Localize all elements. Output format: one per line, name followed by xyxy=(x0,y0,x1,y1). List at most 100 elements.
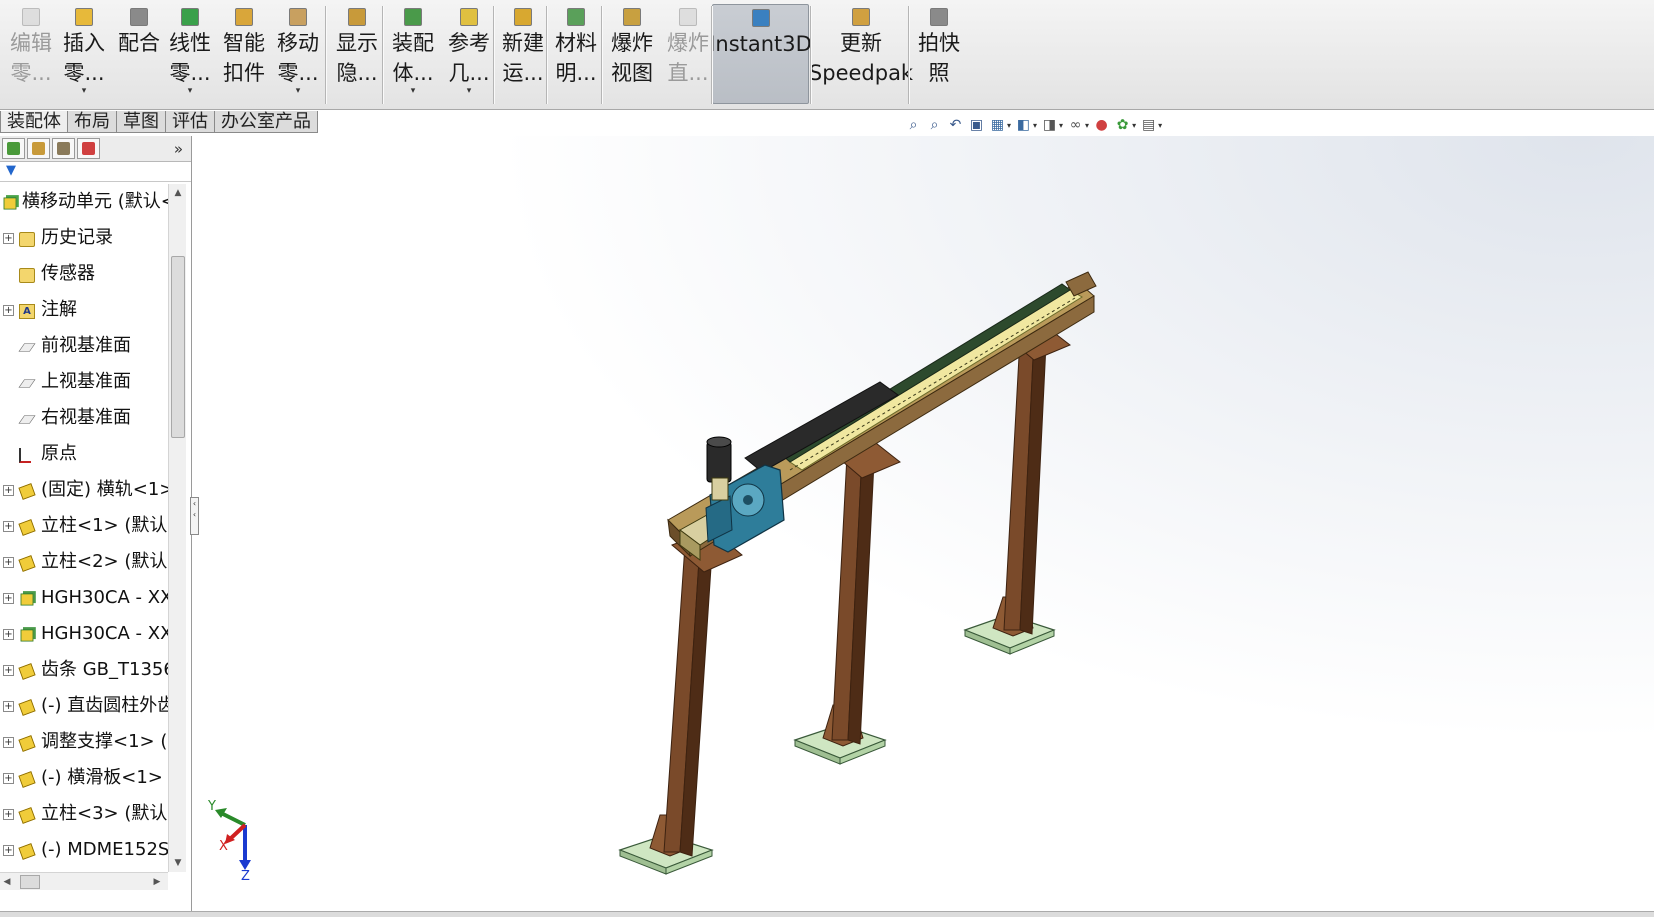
tree-node[interactable]: 右视基准面 xyxy=(0,400,168,436)
show-hidden-icon xyxy=(348,8,366,26)
tree-vertical-scrollbar[interactable]: ▲ ▼ xyxy=(168,184,186,872)
dropdown-caret-icon[interactable]: ▾ xyxy=(82,86,87,96)
dropdown-caret-icon[interactable]: ▾ xyxy=(296,86,301,96)
expand-toggle-icon[interactable]: + xyxy=(3,701,14,712)
move-component-button[interactable]: 移动 零... ▾ xyxy=(272,4,324,104)
zoom-to-area-icon[interactable]: ⌕ xyxy=(926,117,943,134)
tree-node[interactable]: 传感器 xyxy=(0,256,168,292)
panel-tab-displaymanager[interactable] xyxy=(77,138,100,159)
scroll-left-arrow[interactable]: ◀ xyxy=(0,873,14,891)
dropdown-caret-icon[interactable]: ▾ xyxy=(1059,121,1063,130)
tree-node[interactable]: + 齿条 GB_T1356 xyxy=(0,652,168,688)
tree-node[interactable]: + HGH30CA - XX xyxy=(0,580,168,616)
tree-node[interactable]: 上视基准面 xyxy=(0,364,168,400)
section-view-icon[interactable]: ▣ xyxy=(968,117,985,134)
tab-3[interactable]: 评估 xyxy=(165,111,215,133)
take-snapshot-button[interactable]: 拍快照 xyxy=(911,4,967,104)
tree-node[interactable]: + (-) 横滑板<1> ( xyxy=(0,760,168,796)
instant3d-button[interactable]: Instant3D xyxy=(709,4,812,104)
dropdown-caret-icon[interactable]: ▾ xyxy=(467,86,472,96)
new-motion-study-button[interactable]: 新建 运... xyxy=(495,4,551,104)
tree-node-label: 立柱<2> (默认< xyxy=(41,551,168,572)
expand-toggle-icon[interactable]: + xyxy=(3,233,14,244)
assembly-model[interactable] xyxy=(193,136,1654,911)
expand-toggle-icon[interactable]: + xyxy=(3,593,14,604)
display-style-icon[interactable]: ◨ xyxy=(1041,117,1058,134)
expand-toggle-icon[interactable]: + xyxy=(3,629,14,640)
tab-1[interactable]: 布局 xyxy=(67,111,117,133)
tree-node[interactable]: 前视基准面 xyxy=(0,328,168,364)
button-label-line1: 拍快 xyxy=(918,31,960,55)
panel-tab-configurationmanager[interactable] xyxy=(52,138,75,159)
dropdown-caret-icon[interactable]: ▾ xyxy=(1158,121,1162,130)
plane-icon xyxy=(18,379,36,388)
move-component-icon xyxy=(289,8,307,26)
insert-component-button[interactable]: 插入 零... ▾ xyxy=(58,4,110,104)
tree-horizontal-scrollbar[interactable]: ◀ ▶ xyxy=(0,872,168,890)
expand-toggle-icon[interactable]: + xyxy=(3,809,14,820)
filter-icon[interactable]: ▼ xyxy=(6,163,16,178)
expand-toggle-icon[interactable]: + xyxy=(3,665,14,676)
panel-collapse-handle[interactable]: ‹ ‹ xyxy=(190,497,199,535)
dropdown-caret-icon[interactable]: ▾ xyxy=(1132,121,1136,130)
panel-expand-button[interactable]: » xyxy=(174,140,183,158)
mate-button[interactable]: 配合 xyxy=(113,4,165,104)
scroll-down-arrow[interactable]: ▼ xyxy=(169,854,187,872)
dropdown-caret-icon[interactable]: ▾ xyxy=(1033,121,1037,130)
assembly-features-button[interactable]: 装配 体... ▾ xyxy=(385,4,441,104)
tree-node[interactable]: + 调整支撑<1> (默 xyxy=(0,724,168,760)
graphics-area[interactable]: Y X Z xyxy=(193,136,1654,911)
expand-toggle-icon[interactable]: + xyxy=(3,521,14,532)
panel-tab-featuremanager[interactable] xyxy=(2,138,25,159)
smart-fasteners-button[interactable]: 智能 扣件 xyxy=(218,4,270,104)
tree-node[interactable]: + A 注解 xyxy=(0,292,168,328)
tree-node[interactable]: + (-) 直齿圆柱外齿 xyxy=(0,688,168,724)
edit-component-button[interactable]: 编辑 零... xyxy=(4,4,58,104)
exploded-view-button[interactable]: 爆炸 视图 xyxy=(604,4,660,104)
tree-node[interactable]: + 立柱<3> (默认< xyxy=(0,796,168,832)
tree-node[interactable]: 原点 xyxy=(0,436,168,472)
previous-view-icon[interactable]: ↶ xyxy=(947,117,964,134)
panel-tab-propertymanager[interactable] xyxy=(27,138,50,159)
explode-line-sketch-button[interactable]: 爆炸 直... xyxy=(660,4,716,104)
expand-toggle-icon[interactable]: + xyxy=(3,773,14,784)
expand-toggle-icon[interactable]: + xyxy=(3,305,14,316)
tree-node[interactable]: + 历史记录 xyxy=(0,220,168,256)
dropdown-caret-icon[interactable]: ▾ xyxy=(188,86,193,96)
zoom-to-fit-icon[interactable]: ⌕ xyxy=(905,117,922,134)
tree-node-label: 右视基准面 xyxy=(41,407,131,428)
tab-4[interactable]: 办公室产品 xyxy=(214,111,318,133)
expand-toggle-icon[interactable]: + xyxy=(3,485,14,496)
expand-toggle-icon[interactable]: + xyxy=(3,737,14,748)
tree-node[interactable]: + HGH30CA - XX xyxy=(0,616,168,652)
dropdown-caret-icon[interactable]: ▾ xyxy=(411,86,416,96)
apply-scene-icon[interactable]: ✿ xyxy=(1114,117,1131,134)
scroll-right-arrow[interactable]: ▶ xyxy=(150,873,164,891)
featuremanager-panel: » ▼ 横移动单元 (默认< + 历史记录 传感器 + A 注解 前视基准面 上视基准面右视基准… xyxy=(0,136,192,917)
tree-root-node[interactable]: 横移动单元 (默认< xyxy=(0,184,168,220)
tree-node[interactable]: + (-) MDME152S xyxy=(0,832,168,868)
show-hidden-button[interactable]: 显示 隐... xyxy=(329,4,385,104)
scroll-thumb[interactable] xyxy=(171,256,185,438)
tree-node[interactable]: + (固定) 横轨<1> xyxy=(0,472,168,508)
expand-toggle-icon[interactable]: + xyxy=(3,557,14,568)
expand-toggle-icon[interactable]: + xyxy=(3,845,14,856)
reference-geometry-button[interactable]: 参考 几... ▾ xyxy=(441,4,497,104)
scroll-thumb[interactable] xyxy=(20,875,40,889)
update-speedpak-button[interactable]: 更新 Speedpak xyxy=(809,4,913,104)
tab-0[interactable]: 装配体 xyxy=(0,111,68,133)
dropdown-caret-icon[interactable]: ▾ xyxy=(1085,121,1089,130)
tab-2[interactable]: 草图 xyxy=(116,111,166,133)
view-orientation-icon[interactable]: ◧ xyxy=(1015,117,1032,134)
hide-show-icon[interactable]: ∞ xyxy=(1067,117,1084,134)
tree-node[interactable]: + 立柱<2> (默认< xyxy=(0,544,168,580)
bill-of-materials-button[interactable]: 材料 明... xyxy=(550,4,602,104)
tree-node[interactable]: + 立柱<1> (默认< xyxy=(0,508,168,544)
view-settings-icon[interactable]: ▤ xyxy=(1140,117,1157,134)
edit-appearance-icon[interactable]: ● xyxy=(1093,117,1110,134)
scroll-up-arrow[interactable]: ▲ xyxy=(169,184,187,202)
linear-pattern-button[interactable]: 线性 零... ▾ xyxy=(165,4,215,104)
dynamic-annotation-icon[interactable]: ▦ xyxy=(989,117,1006,134)
dropdown-caret-icon[interactable]: ▾ xyxy=(1007,121,1011,130)
tree-filter[interactable]: ▼ xyxy=(0,162,191,182)
